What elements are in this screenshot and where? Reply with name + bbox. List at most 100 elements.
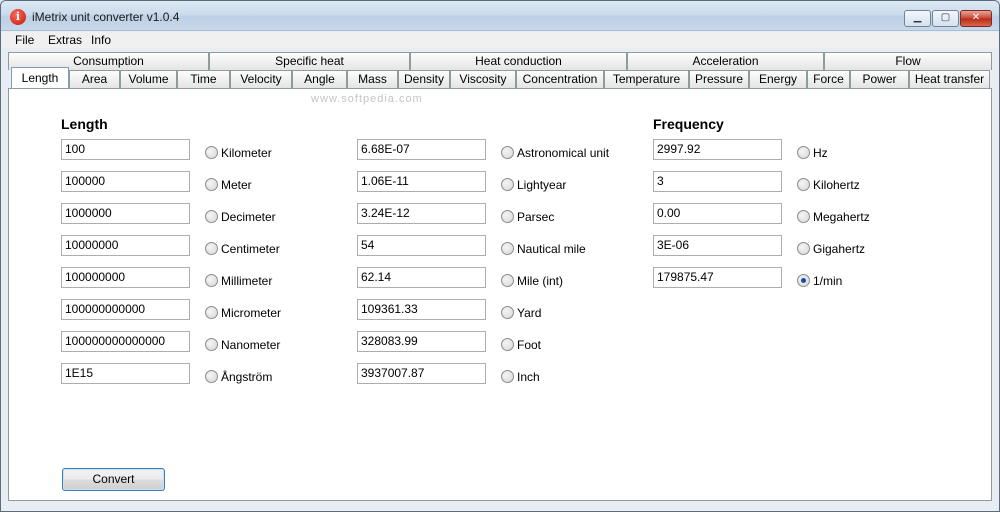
parsec-field[interactable]: 3.24E-12 bbox=[357, 203, 486, 224]
gigahertz-radio[interactable] bbox=[797, 242, 810, 255]
tab-viscosity[interactable]: Viscosity bbox=[450, 70, 516, 88]
micrometer-field[interactable]: 100000000000 bbox=[61, 299, 190, 320]
close-icon: ✕ bbox=[971, 12, 981, 23]
megahertz-field[interactable]: 0.00 bbox=[653, 203, 782, 224]
mile-field[interactable]: 62.14 bbox=[357, 267, 486, 288]
nautical-mile-label: Nautical mile bbox=[517, 242, 586, 256]
menu-extras[interactable]: Extras bbox=[48, 33, 82, 47]
tab-pressure[interactable]: Pressure bbox=[689, 70, 749, 88]
tab-concentration[interactable]: Concentration bbox=[516, 70, 604, 88]
millimeter-radio[interactable] bbox=[205, 274, 218, 287]
tab-time[interactable]: Time bbox=[177, 70, 230, 88]
tab-volume[interactable]: Volume bbox=[120, 70, 177, 88]
tab-density[interactable]: Density bbox=[398, 70, 450, 88]
tab-force[interactable]: Force bbox=[807, 70, 850, 88]
menu-bar: File Extras Info bbox=[1, 32, 999, 48]
decimeter-label: Decimeter bbox=[221, 210, 276, 224]
hz-label: Hz bbox=[813, 146, 828, 160]
kilohertz-field[interactable]: 3 bbox=[653, 171, 782, 192]
lightyear-label: Lightyear bbox=[517, 178, 567, 192]
angstrom-field[interactable]: 1E15 bbox=[61, 363, 190, 384]
close-button[interactable]: ✕ bbox=[960, 10, 992, 27]
decimeter-field[interactable]: 1000000 bbox=[61, 203, 190, 224]
convert-button[interactable]: Convert bbox=[62, 468, 165, 491]
menu-file[interactable]: File bbox=[15, 33, 34, 47]
megahertz-label: Megahertz bbox=[813, 210, 870, 224]
window-title: iMetrix unit converter v1.0.4 bbox=[32, 10, 180, 24]
micrometer-label: Micrometer bbox=[221, 306, 282, 320]
astronomical-unit-radio[interactable] bbox=[501, 146, 514, 159]
millimeter-field[interactable]: 100000000 bbox=[61, 267, 190, 288]
tab-power[interactable]: Power bbox=[850, 70, 909, 88]
inch-field[interactable]: 3937007.87 bbox=[357, 363, 486, 384]
nanometer-radio[interactable] bbox=[205, 338, 218, 351]
angstrom-label: Ångström bbox=[221, 370, 273, 384]
kilohertz-label: Kilohertz bbox=[813, 178, 860, 192]
foot-radio[interactable] bbox=[501, 338, 514, 351]
tab-area[interactable]: Area bbox=[69, 70, 120, 88]
kilometer-radio[interactable] bbox=[205, 146, 218, 159]
tab-temperature[interactable]: Temperature bbox=[604, 70, 689, 88]
hz-radio[interactable] bbox=[797, 146, 810, 159]
megahertz-radio[interactable] bbox=[797, 210, 810, 223]
inch-label: Inch bbox=[517, 370, 540, 384]
centimeter-field[interactable]: 10000000 bbox=[61, 235, 190, 256]
tab-specific-heat[interactable]: Specific heat bbox=[209, 52, 410, 70]
menu-info[interactable]: Info bbox=[91, 33, 111, 47]
lightyear-radio[interactable] bbox=[501, 178, 514, 191]
astronomical-unit-field[interactable]: 6.68E-07 bbox=[357, 139, 486, 160]
tab-length[interactable]: Length bbox=[11, 67, 69, 88]
nautical-mile-field[interactable]: 54 bbox=[357, 235, 486, 256]
tab-row-top: Consumption Specific heat Heat conductio… bbox=[8, 52, 992, 70]
gigahertz-field[interactable]: 3E-06 bbox=[653, 235, 782, 256]
lightyear-field[interactable]: 1.06E-11 bbox=[357, 171, 486, 192]
yard-label: Yard bbox=[517, 306, 542, 320]
meter-radio[interactable] bbox=[205, 178, 218, 191]
per-minute-field[interactable]: 179875.47 bbox=[653, 267, 782, 288]
yard-radio[interactable] bbox=[501, 306, 514, 319]
parsec-radio[interactable] bbox=[501, 210, 514, 223]
meter-label: Meter bbox=[221, 178, 252, 192]
title-bar[interactable]: i iMetrix unit converter v1.0.4 ▁ ▢ ✕ bbox=[1, 1, 999, 31]
astronomical-unit-label: Astronomical unit bbox=[517, 146, 610, 160]
nanometer-field[interactable]: 100000000000000 bbox=[61, 331, 190, 352]
frequency-heading: Frequency bbox=[653, 116, 724, 132]
gigahertz-label: Gigahertz bbox=[813, 242, 866, 256]
centimeter-radio[interactable] bbox=[205, 242, 218, 255]
micrometer-radio[interactable] bbox=[205, 306, 218, 319]
tab-energy[interactable]: Energy bbox=[749, 70, 807, 88]
foot-label: Foot bbox=[517, 338, 542, 352]
tab-acceleration[interactable]: Acceleration bbox=[627, 52, 824, 70]
kilometer-label: Kilometer bbox=[221, 146, 272, 160]
maximize-button[interactable]: ▢ bbox=[932, 10, 959, 27]
nautical-mile-radio[interactable] bbox=[501, 242, 514, 255]
hz-field[interactable]: 2997.92 bbox=[653, 139, 782, 160]
decimeter-radio[interactable] bbox=[205, 210, 218, 223]
kilohertz-radio[interactable] bbox=[797, 178, 810, 191]
tab-flow[interactable]: Flow bbox=[824, 52, 992, 70]
mile-label: Mile (int) bbox=[517, 274, 564, 288]
per-minute-radio[interactable] bbox=[797, 274, 810, 287]
tab-heat-conduction[interactable]: Heat conduction bbox=[410, 52, 627, 70]
millimeter-label: Millimeter bbox=[221, 274, 273, 288]
tab-heat-transfer[interactable]: Heat transfer bbox=[909, 70, 990, 88]
app-logo-icon: i bbox=[10, 9, 26, 25]
tab-angle[interactable]: Angle bbox=[292, 70, 347, 88]
kilometer-field[interactable]: 100 bbox=[61, 139, 190, 160]
minimize-button[interactable]: ▁ bbox=[904, 10, 931, 27]
length-heading: Length bbox=[61, 116, 108, 132]
foot-field[interactable]: 328083.99 bbox=[357, 331, 486, 352]
per-minute-label: 1/min bbox=[813, 274, 843, 288]
watermark: www.softpedia.com bbox=[311, 93, 423, 105]
inch-radio[interactable] bbox=[501, 370, 514, 383]
maximize-icon: ▢ bbox=[940, 12, 951, 23]
parsec-label: Parsec bbox=[517, 210, 555, 224]
angstrom-radio[interactable] bbox=[205, 370, 218, 383]
tab-mass[interactable]: Mass bbox=[347, 70, 398, 88]
meter-field[interactable]: 100000 bbox=[61, 171, 190, 192]
tab-velocity[interactable]: Velocity bbox=[230, 70, 292, 88]
mile-radio[interactable] bbox=[501, 274, 514, 287]
tab-row-bottom: Length Area Volume Time Velocity Angle M… bbox=[8, 67, 992, 88]
yard-field[interactable]: 109361.33 bbox=[357, 299, 486, 320]
app-window: i iMetrix unit converter v1.0.4 ▁ ▢ ✕ Fi… bbox=[0, 0, 1000, 512]
